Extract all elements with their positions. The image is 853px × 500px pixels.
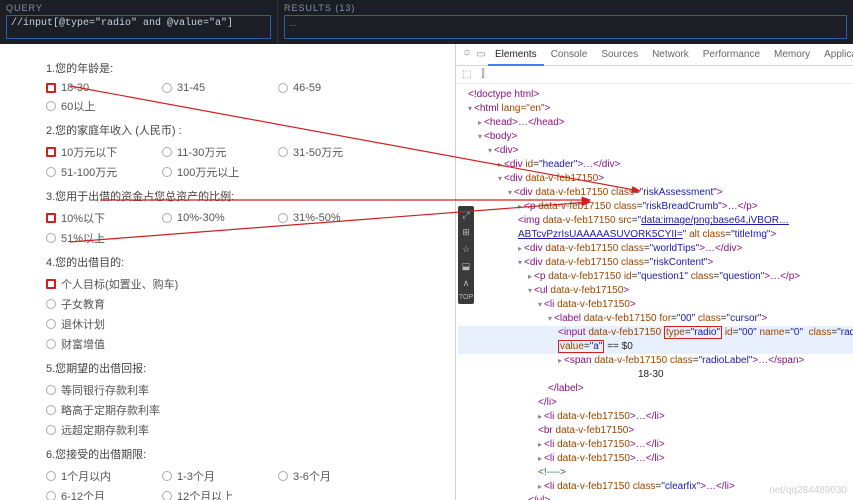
tool-grid-icon[interactable]: ⊞ [460, 226, 472, 238]
tool-up-icon[interactable]: ∧ [460, 277, 472, 289]
devtools-dom[interactable]: <!doctype html> <html lang="en"> <head>…… [456, 84, 853, 500]
tab-memory[interactable]: Memory [767, 44, 817, 66]
query-input[interactable]: //input[@type="radio" and @value="a"] [6, 15, 271, 39]
q4-title: 4.您的出借目的: [46, 254, 447, 270]
q2-opt-2[interactable]: 11-30万元 [162, 144, 278, 160]
q5-opt-3[interactable]: 远超定期存款利率 [46, 422, 447, 438]
questionnaire-form: 1.您的年龄是: 18-30 31-45 46-59 60以上 2.您的家庭年收… [0, 44, 455, 500]
results-panel: RESULTS (13) ... [278, 0, 853, 44]
q4-opt-1[interactable]: 个人目标(如置业、购车) [46, 276, 447, 292]
query-label: QUERY [6, 3, 271, 13]
tool-rect-icon[interactable]: ⬓ [460, 260, 472, 272]
dom-tree-icon[interactable]: ⬚ [462, 69, 471, 80]
tab-performance[interactable]: Performance [696, 44, 767, 66]
q1-opt-2[interactable]: 31-45 [162, 82, 278, 94]
q2-title: 2.您的家庭年收入 (人民币) : [46, 122, 447, 138]
query-bar: QUERY //input[@type="radio" and @value="… [0, 0, 853, 44]
tool-expand-icon[interactable]: ⤢ [460, 209, 472, 221]
q1-opt-4[interactable]: 60以上 [46, 98, 162, 114]
q5-opt-1[interactable]: 等同银行存款利率 [46, 382, 447, 398]
watermark: net/qq284489030 [769, 485, 847, 496]
q4-opt-2[interactable]: 子女教育 [46, 296, 447, 312]
q2-opt-1[interactable]: 10万元以下 [46, 144, 162, 160]
tab-application[interactable]: Application [817, 44, 853, 66]
q1-title: 1.您的年龄是: [46, 60, 447, 76]
devtools-panel: ⯐ ▭ Elements Console Sources Network Per… [455, 44, 853, 500]
q4-opt-4[interactable]: 财富增值 [46, 336, 447, 352]
floating-toolbar[interactable]: ⤢ ⊞ ☆ ⬓ ∧ TOP [458, 206, 474, 304]
q2-opt-4[interactable]: 51-100万元 [46, 164, 162, 180]
q6-title: 6.您接受的出借期限: [46, 446, 447, 462]
tab-network[interactable]: Network [645, 44, 696, 66]
q1-opt-1[interactable]: 18-30 [46, 82, 162, 94]
dom-list-icon[interactable]: ⫿ [481, 69, 484, 80]
q6-opt-5[interactable]: 12个月以上 [162, 488, 278, 500]
device-icon[interactable]: ▭ [474, 49, 488, 60]
q6-opt-2[interactable]: 1-3个月 [162, 468, 278, 484]
devtools-subbar: ⬚ ⫿ [456, 66, 853, 84]
q2-opt-3[interactable]: 31-50万元 [278, 144, 394, 160]
selected-input-node[interactable]: <input data-v-feb17150 type="radio" id="… [458, 326, 853, 340]
q6-opt-1[interactable]: 1个月以内 [46, 468, 162, 484]
devtools-tabs: ⯐ ▭ Elements Console Sources Network Per… [456, 44, 853, 66]
results-body[interactable]: ... [284, 15, 847, 39]
tool-top-label: TOP [459, 294, 473, 301]
q5-opt-2[interactable]: 略高于定期存款利率 [46, 402, 447, 418]
q1-opt-3[interactable]: 46-59 [278, 82, 394, 94]
tab-console[interactable]: Console [544, 44, 595, 66]
q6-opt-4[interactable]: 6-12个月 [46, 488, 162, 500]
tool-star-icon[interactable]: ☆ [460, 243, 472, 255]
q3-title: 3.您用于出借的资金占您总资产的比例: [46, 188, 447, 204]
tab-elements[interactable]: Elements [488, 44, 544, 66]
q4-opt-3[interactable]: 退休计划 [46, 316, 447, 332]
q2-opt-5[interactable]: 100万元以上 [162, 164, 278, 180]
q3-opt-2[interactable]: 10%-30% [162, 210, 278, 226]
inspect-icon[interactable]: ⯐ [460, 46, 474, 63]
tab-sources[interactable]: Sources [594, 44, 645, 66]
q3-opt-3[interactable]: 31%-50% [278, 210, 394, 226]
q5-title: 5.您期望的出借回报: [46, 360, 447, 376]
query-panel: QUERY //input[@type="radio" and @value="… [0, 0, 278, 44]
q3-opt-1[interactable]: 10%以下 [46, 210, 162, 226]
results-label: RESULTS (13) [284, 3, 847, 13]
q3-opt-4[interactable]: 51%以上 [46, 230, 162, 246]
q6-opt-3[interactable]: 3-6个月 [278, 468, 394, 484]
